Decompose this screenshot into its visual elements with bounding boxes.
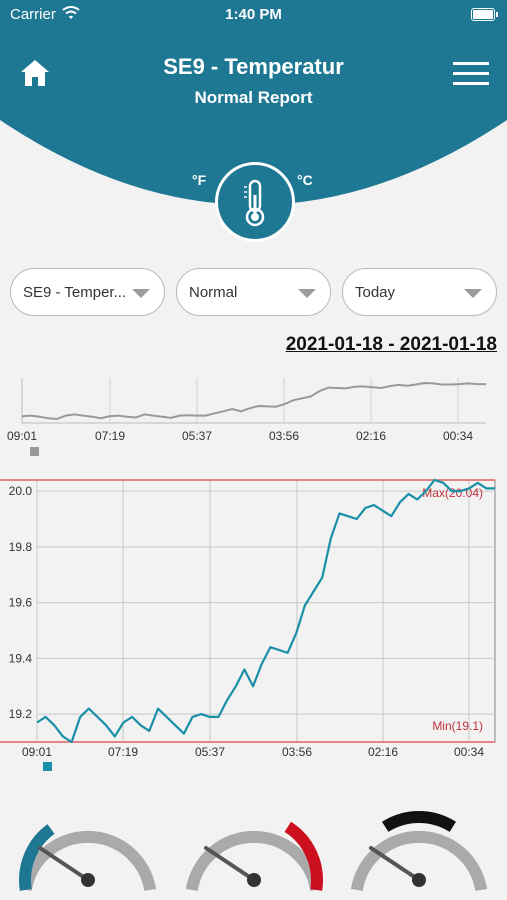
gauge-hub — [247, 873, 261, 887]
date-range-link[interactable]: 2021-01-18 - 2021-01-18 — [286, 334, 497, 356]
gauge-3 — [350, 811, 488, 891]
gauge-hub — [412, 873, 426, 887]
filter-bar: SE9 - Temper... Normal Today — [10, 268, 497, 318]
gauge-1 — [19, 824, 157, 891]
overview-x-tick-label: 05:37 — [182, 429, 212, 443]
x-tick-label: 09:01 — [22, 745, 52, 759]
chart-plot-area — [36, 479, 496, 743]
status-bar: Carrier 1:40 PM — [0, 0, 507, 30]
overview-x-tick-label: 02:16 — [356, 429, 386, 443]
min-limit-label: Min(19.1) — [432, 719, 483, 733]
x-tick-label: 07:19 — [108, 745, 138, 759]
gauge-hub — [81, 873, 95, 887]
y-tick-label: 19.2 — [9, 707, 33, 721]
overview-series-line — [21, 381, 486, 421]
gauge-needle — [204, 846, 256, 882]
x-tick-label: 00:34 — [454, 745, 484, 759]
y-tick-label: 19.4 — [9, 651, 33, 665]
sensor-dropdown-value: SE9 - Temper... — [23, 284, 127, 301]
page-subtitle: Normal Report — [194, 88, 313, 107]
temperature-series-line — [36, 478, 495, 744]
x-tick-label: 05:37 — [195, 745, 225, 759]
gauges-row — [19, 811, 488, 891]
temperature-chart[interactable]: 09:01 07:19 05:37 03:56 02:16 00:34 20.0 19.8 19… — [0, 478, 507, 778]
gauge-2 — [185, 821, 323, 891]
thermometer-icon[interactable] — [215, 162, 295, 242]
overview-chart[interactable]: 09:01 07:19 05:37 03:56 02:16 00:34 — [0, 372, 507, 462]
chevron-down-icon — [464, 289, 482, 298]
report-type-dropdown[interactable]: Normal — [176, 268, 331, 316]
overview-x-tick-label: 09:01 — [7, 429, 37, 443]
chevron-down-icon — [132, 289, 150, 298]
report-type-dropdown-value: Normal — [189, 284, 238, 301]
battery-icon — [471, 8, 498, 21]
menu-icon[interactable] — [453, 60, 489, 88]
x-tick-label: 02:16 — [368, 745, 398, 759]
overview-x-tick-label: 07:19 — [95, 429, 125, 443]
period-dropdown-value: Today — [355, 284, 396, 301]
gauge-needle — [38, 846, 90, 882]
overview-x-tick-label: 00:34 — [443, 429, 473, 443]
gauge-needle — [369, 846, 421, 882]
gauge-accent-segment — [381, 811, 457, 832]
series-legend-marker — [43, 762, 52, 771]
overview-legend-marker — [30, 447, 39, 456]
page-title: SE9 - Temperatur — [163, 54, 344, 79]
sensor-dropdown[interactable]: SE9 - Temper... — [10, 268, 165, 316]
y-tick-label: 19.6 — [9, 596, 33, 610]
fahrenheit-toggle[interactable]: °F — [192, 172, 206, 188]
x-tick-label: 03:56 — [282, 745, 312, 759]
max-limit-label: Max(20.04) — [422, 486, 483, 500]
status-time: 1:40 PM — [225, 6, 282, 23]
overview-x-tick-label: 03:56 — [269, 429, 299, 443]
y-tick-label: 19.8 — [9, 540, 33, 554]
celsius-toggle[interactable]: °C — [297, 172, 313, 188]
chevron-down-icon — [298, 289, 316, 298]
y-tick-label: 20.0 — [9, 484, 33, 498]
period-dropdown[interactable]: Today — [342, 268, 497, 316]
